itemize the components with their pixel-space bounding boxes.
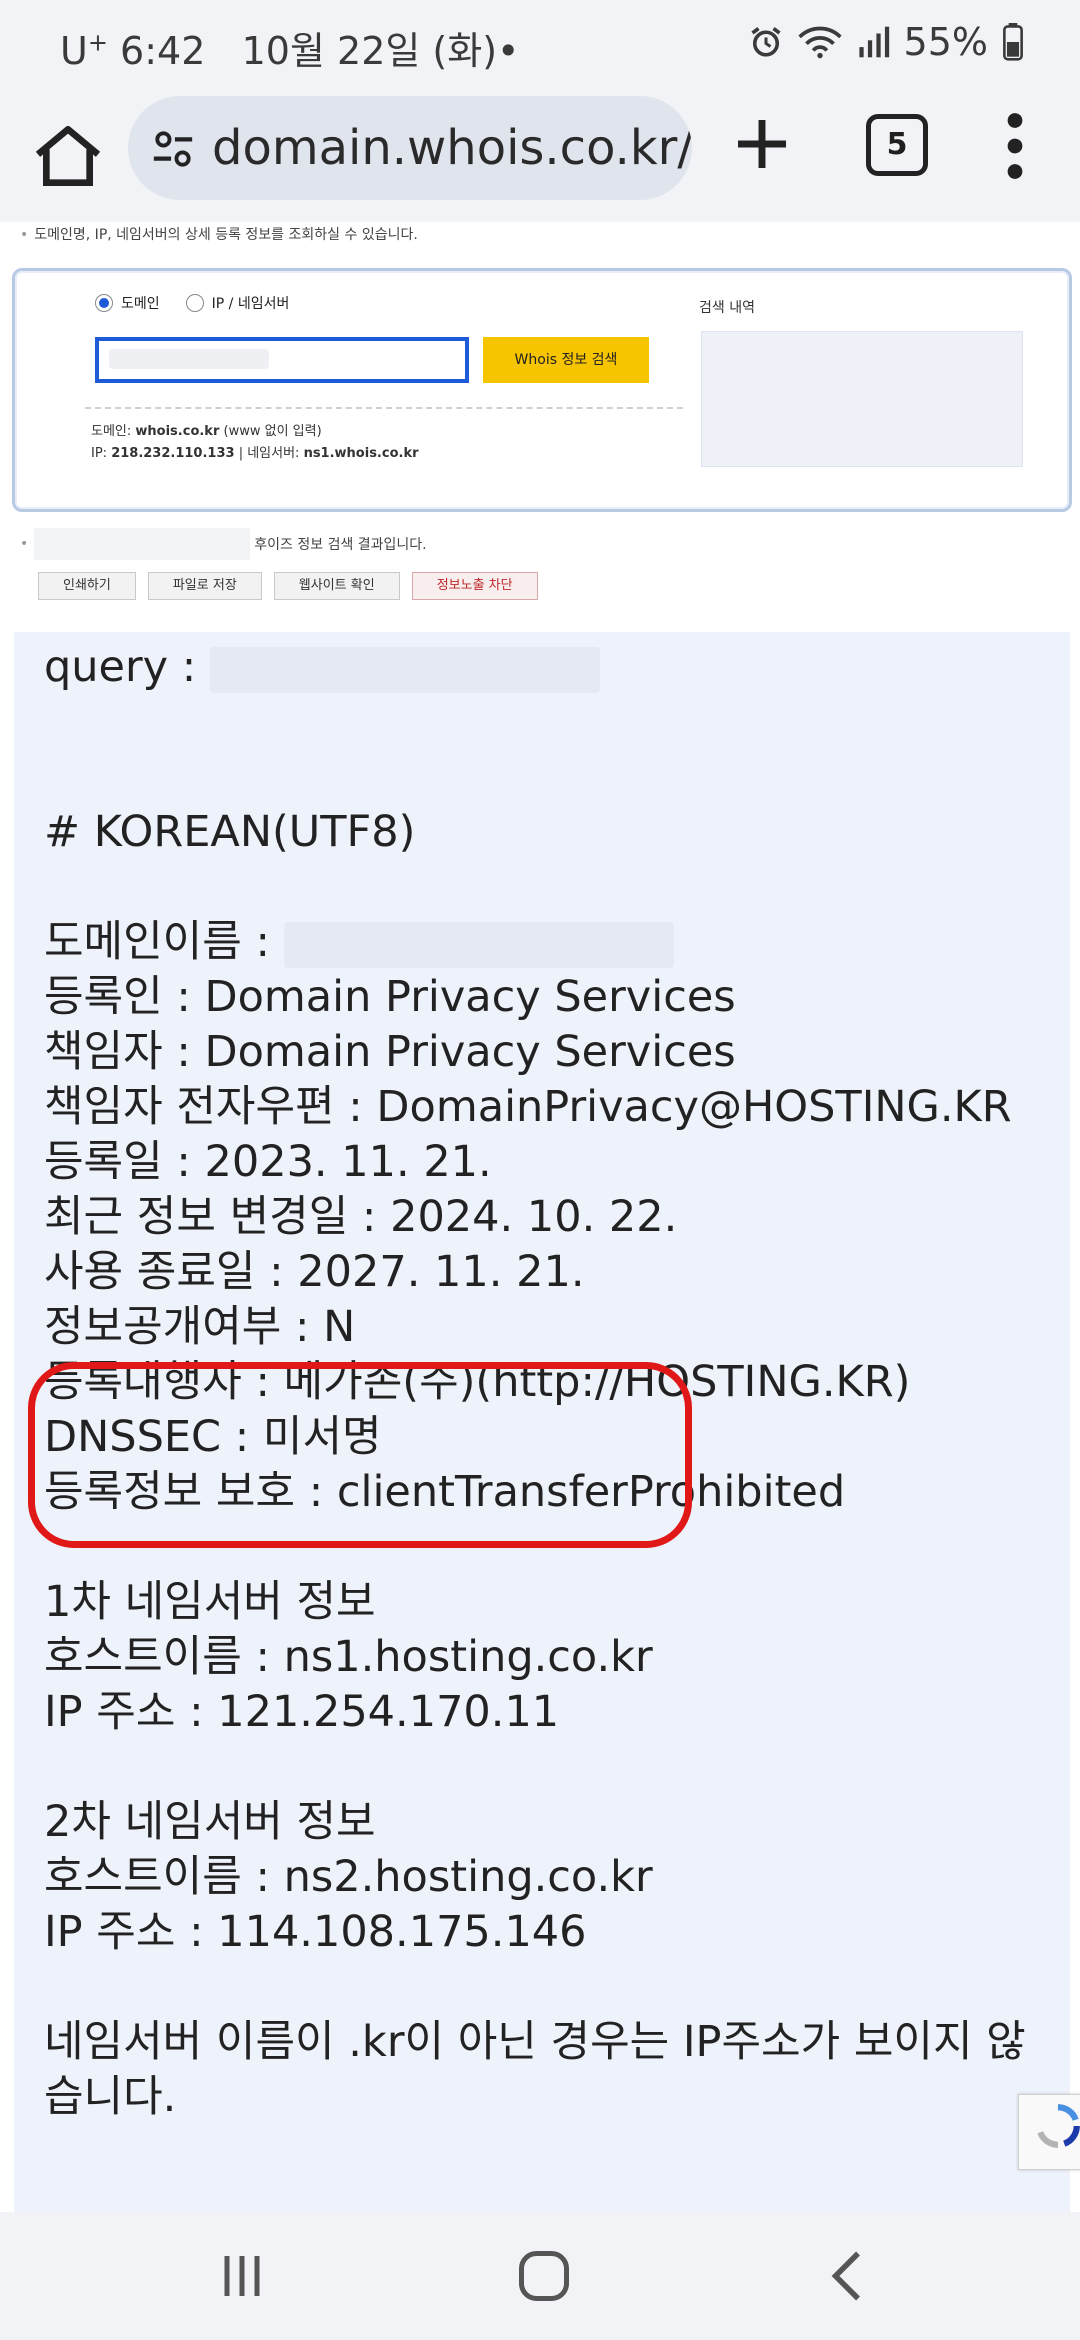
whois-ns1-title: 1차 네임서버 정보: [44, 1577, 376, 1627]
search-hint: 도메인: whois.co.kr (www 없이 입력) IP: 218.232…: [91, 424, 419, 461]
divider: [85, 407, 683, 409]
redacted-query: [209, 646, 600, 693]
browser-toolbar: domain.whois.co.kr/w 5: [0, 92, 1080, 222]
redacted-domain-name: [283, 921, 674, 968]
status-bar: U+ 6:42 10월 22일 (화)• 55%: [0, 0, 1080, 92]
whois-ns2-title: 2차 네임서버 정보: [44, 1797, 376, 1847]
highlight-annotation: [28, 1362, 692, 1548]
domain-search-input[interactable]: [95, 337, 469, 383]
redacted-domain: [34, 528, 251, 560]
redacted-input-value: [109, 349, 269, 369]
more-vert-icon[interactable]: [1000, 112, 1030, 180]
status-time: 6:42: [120, 29, 206, 73]
tabs-icon[interactable]: 5: [866, 114, 928, 176]
visit-website-button[interactable]: 웹사이트 확인: [273, 572, 400, 600]
status-left: U+ 6:42 10월 22일 (화)•: [60, 20, 519, 75]
status-date: 10월 22일 (화): [241, 29, 498, 73]
radio-ip-label[interactable]: IP / 네임서버: [212, 293, 290, 313]
recaptcha-badge[interactable]: [1018, 2094, 1080, 2170]
address-bar[interactable]: domain.whois.co.kr/w: [128, 96, 692, 200]
back-icon[interactable]: [818, 2246, 878, 2306]
whois-note: 네임서버 이름이 .kr이 아닌 경우는 IP주소가 보이지 않습니다.: [44, 2017, 1026, 2122]
home-icon[interactable]: [28, 116, 108, 196]
whois-publish: 정보공개여부 : N: [44, 1302, 356, 1352]
whois-admin-email: 책임자 전자우편 : DomainPrivacy@HOSTING.KR: [44, 1082, 1012, 1132]
action-buttons: 인쇄하기 파일로 저장 웹사이트 확인 정보노출 차단: [38, 572, 538, 600]
radio-domain-label[interactable]: 도메인: [121, 293, 160, 313]
search-type-radios: 도메인 IP / 네임서버: [95, 293, 307, 313]
whois-result-panel: query : # KOREAN(UTF8) 도메인이름 : 등록인 : Dom…: [14, 632, 1080, 2212]
url-text[interactable]: domain.whois.co.kr/w: [212, 120, 692, 176]
whois-ns2-host: 호스트이름 : ns2.hosting.co.kr: [44, 1852, 653, 1902]
save-file-button[interactable]: 파일로 저장: [147, 572, 262, 600]
whois-registrant: 등록인 : Domain Privacy Services: [44, 972, 736, 1022]
carrier: U+: [60, 28, 108, 73]
whois-admin: 책임자 : Domain Privacy Services: [44, 1027, 736, 1077]
whois-ns1-ip: IP 주소 : 121.254.170.11: [44, 1687, 560, 1737]
intro-text: 도메인명, IP, 네임서버의 상세 등록 정보를 조회하실 수 있습니다.: [20, 224, 418, 244]
result-caption: • 후이즈 정보 검색 결과입니다.: [20, 528, 427, 560]
whois-search-button[interactable]: Whois 정보 검색: [483, 337, 649, 383]
radio-domain[interactable]: [95, 294, 113, 312]
search-history-label: 검색 내역: [699, 300, 755, 316]
whois-query-line: query :: [44, 640, 1054, 695]
tune-icon[interactable]: [150, 126, 196, 172]
battery-icon: [1003, 23, 1023, 61]
whois-expires: 사용 종료일 : 2027. 11. 21.: [44, 1247, 585, 1297]
alarm-icon: [750, 27, 781, 57]
whois-ns1-host: 호스트이름 : ns1.hosting.co.kr: [44, 1632, 653, 1682]
signal-icon: [858, 26, 889, 58]
print-button[interactable]: 인쇄하기: [38, 572, 136, 600]
system-nav-bar: [0, 2212, 1080, 2340]
whois-reg-date: 등록일 : 2023. 11. 21.: [44, 1137, 492, 1187]
plus-icon[interactable]: [730, 112, 794, 176]
whois-domain-name: 도메인이름 :: [44, 915, 1054, 970]
whois-updated: 최근 정보 변경일 : 2024. 10. 22.: [44, 1192, 678, 1242]
recaptcha-icon: [1037, 2104, 1080, 2148]
whois-search-box: 도메인 IP / 네임서버 Whois 정보 검색 도메인: whois.co.…: [12, 268, 1072, 512]
radio-ip[interactable]: [185, 294, 204, 312]
status-right: 55%: [748, 20, 1024, 64]
search-history-box: [701, 331, 1023, 467]
block-info-button[interactable]: 정보노출 차단: [411, 572, 538, 600]
home-nav-icon[interactable]: [514, 2246, 574, 2306]
battery-percent: 55%: [903, 20, 988, 64]
wifi-icon: [797, 26, 842, 59]
web-page: 도메인명, IP, 네임서버의 상세 등록 정보를 조회하실 수 있습니다. 도…: [0, 222, 1080, 2212]
whois-ns2-ip: IP 주소 : 114.108.175.146: [44, 1907, 587, 1957]
whois-header: # KOREAN(UTF8): [44, 807, 416, 857]
status-dot: •: [497, 29, 520, 73]
recents-icon[interactable]: [212, 2246, 272, 2306]
